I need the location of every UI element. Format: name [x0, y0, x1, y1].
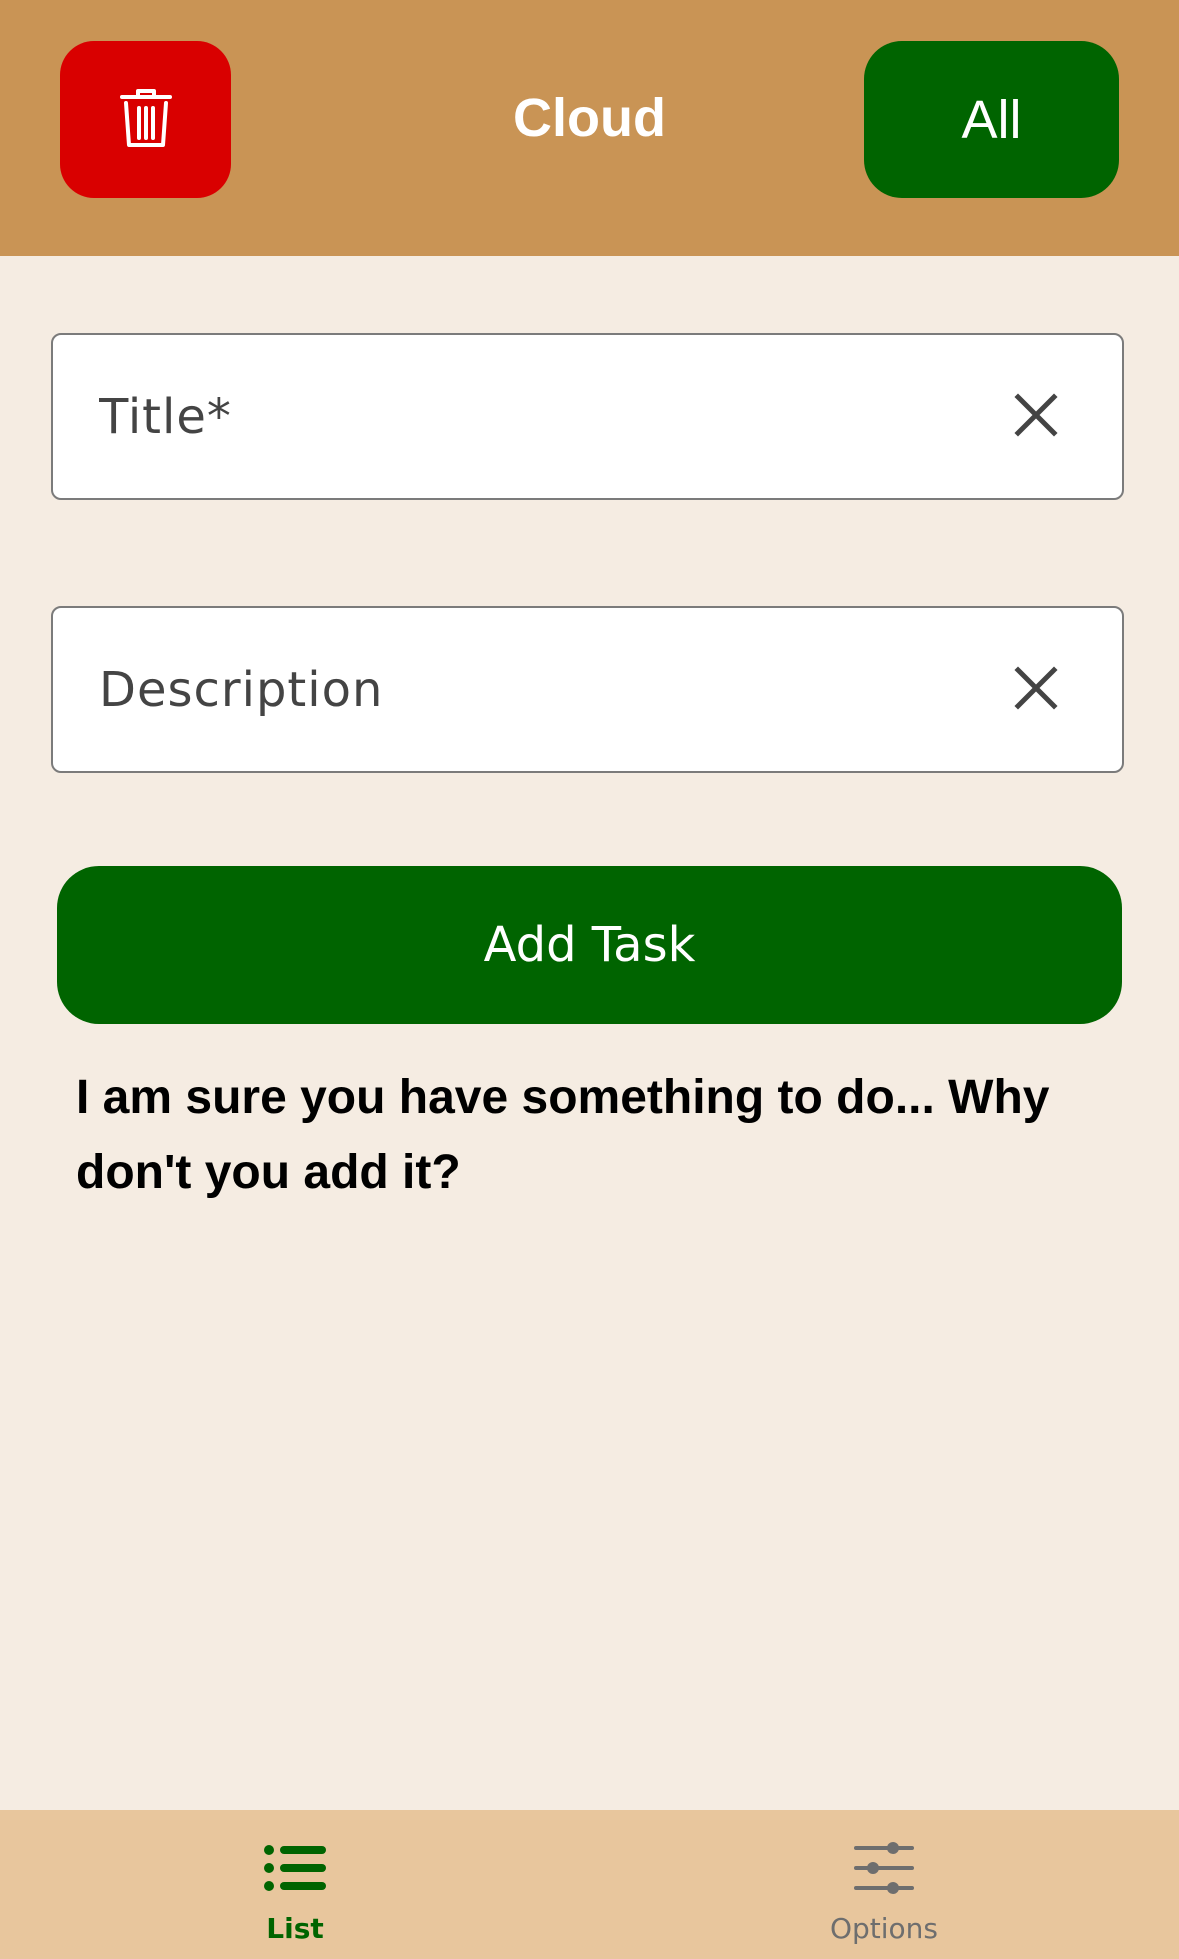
delete-all-button[interactable]: [60, 41, 231, 198]
bottom-navigation: List Options: [0, 1810, 1179, 1959]
description-input[interactable]: [99, 608, 979, 771]
close-icon: [1014, 392, 1058, 442]
nav-item-list[interactable]: List: [145, 1810, 445, 1959]
nav-label-options: Options: [829, 1912, 939, 1945]
filter-all-button[interactable]: All: [864, 41, 1119, 198]
sliders-icon: [846, 1835, 922, 1901]
description-field: [51, 606, 1124, 773]
title-clear-button[interactable]: [990, 371, 1082, 463]
title-input[interactable]: [99, 335, 979, 498]
page-title: Cloud: [513, 88, 666, 148]
add-task-button[interactable]: Add Task: [57, 866, 1122, 1024]
list-icon: [257, 1835, 333, 1901]
trash-icon: [119, 88, 173, 151]
close-icon: [1014, 665, 1058, 715]
empty-state-message: I am sure you have something to do... Wh…: [76, 1071, 1050, 1199]
description-clear-button[interactable]: [990, 644, 1082, 736]
title-field: [51, 333, 1124, 500]
top-app-bar: Cloud All: [0, 0, 1179, 256]
nav-item-options[interactable]: Options: [734, 1810, 1034, 1959]
nav-label-list: List: [266, 1912, 324, 1945]
